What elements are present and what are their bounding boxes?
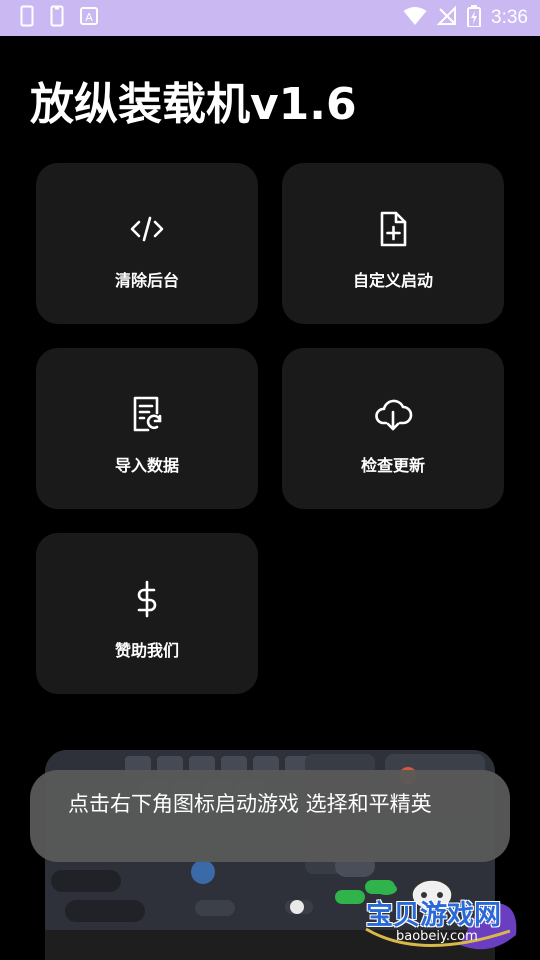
code-icon [127, 209, 167, 249]
sim-card-icon [50, 5, 64, 31]
clear-background-tile[interactable]: 清除后台 [36, 163, 258, 324]
dollar-icon [127, 579, 167, 619]
toast-message: 点击右下角图标启动游戏 选择和平精英 [30, 770, 510, 862]
custom-launch-tile[interactable]: 自定义启动 [282, 163, 504, 324]
tile-label: 自定义启动 [352, 271, 433, 290]
app-title: 放纵装载机v1.6 [30, 79, 357, 130]
no-sim-icon [436, 5, 457, 30]
wifi-icon [403, 6, 427, 30]
svg-text:A: A [85, 11, 93, 24]
status-bar: A 3:36 [0, 0, 540, 36]
tile-label: 导入数据 [114, 456, 179, 475]
sim-card-icon [20, 5, 34, 31]
clock: 3:36 [491, 7, 528, 28]
tile-label: 赞助我们 [114, 641, 179, 660]
battery-charging-icon [467, 5, 482, 31]
tile-label: 清除后台 [114, 271, 179, 290]
app-screen: A 3:36 放纵装载机v1.6 清除后台 自定义启动 导入数据 检查更新 赞助… [0, 0, 540, 960]
cloud-download-icon [373, 394, 413, 434]
tile-label: 检查更新 [360, 456, 425, 475]
import-data-tile[interactable]: 导入数据 [36, 348, 258, 509]
watermark-text: 宝贝游戏网 [366, 900, 501, 931]
document-sync-icon [127, 394, 167, 434]
watermark-url: baobeiy.com [396, 929, 478, 944]
check-update-tile[interactable]: 检查更新 [282, 348, 504, 509]
a-notification-icon: A [80, 7, 98, 29]
file-add-icon [373, 209, 413, 249]
watermark-logo: 宝贝游戏网 baobeiy.com [360, 865, 536, 957]
sponsor-tile[interactable]: 赞助我们 [36, 533, 258, 694]
